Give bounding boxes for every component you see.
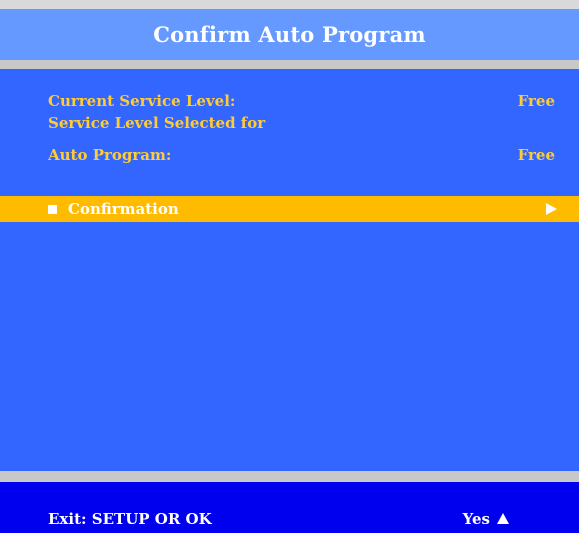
title-bar: Confirm Auto Program — [0, 9, 579, 60]
yes-hint[interactable]: Yes — [463, 510, 509, 528]
up-triangle-icon — [497, 512, 509, 524]
confirmation-label: Confirmation — [68, 200, 179, 218]
footer-bar: Exit: SETUP OR OK Yes — [0, 482, 579, 533]
yes-label: Yes — [462, 510, 490, 528]
bottom-separator — [0, 471, 579, 482]
selected-service-level-row-line1: Service Level Selected for — [48, 111, 555, 135]
selected-service-level-label-line1: Service Level Selected for — [48, 114, 266, 132]
top-separator — [0, 60, 579, 69]
play-right-icon — [546, 203, 557, 215]
confirmation-menu-item[interactable]: Confirmation — [0, 196, 579, 222]
current-service-level-label: Current Service Level: — [48, 92, 236, 110]
exit-hint: Exit: SETUP OR OK — [48, 510, 212, 528]
selected-service-level-value: Free — [517, 146, 555, 164]
screen-title: Confirm Auto Program — [153, 22, 426, 47]
current-service-level-value: Free — [517, 92, 555, 110]
selected-service-level-label-line2: Auto Program: — [48, 146, 172, 164]
confirm-auto-program-screen: Confirm Auto Program Current Service Lev… — [0, 0, 579, 533]
current-service-level-row: Current Service Level: Free — [48, 89, 555, 113]
square-bullet-icon — [48, 204, 57, 214]
top-border — [0, 0, 579, 9]
confirmation-left-group: Confirmation — [0, 200, 179, 218]
main-panel: Current Service Level: Free Service Leve… — [0, 69, 579, 471]
selected-service-level-row-line2: Auto Program: Free — [48, 143, 555, 167]
